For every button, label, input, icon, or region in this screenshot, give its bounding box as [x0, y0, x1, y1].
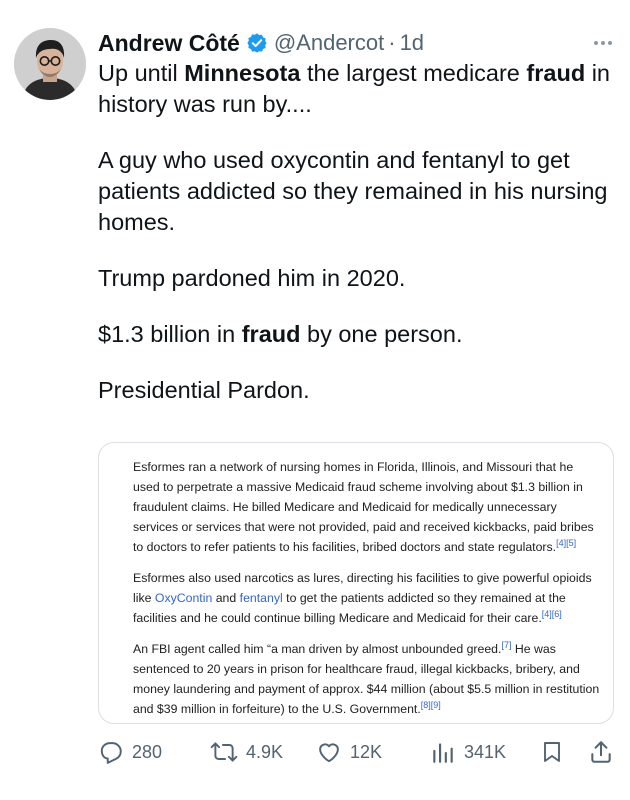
- reply-count: 280: [132, 741, 163, 762]
- verified-badge-icon: [246, 32, 268, 54]
- citation-link: [8][9]: [420, 699, 441, 710]
- excerpt-paragraph-1: Esformes ran a network of nursing homes …: [133, 460, 594, 554]
- wiki-excerpt: Esformes ran a network of nursing homes …: [133, 457, 603, 730]
- repost-icon: [210, 742, 238, 762]
- tweet-header: Andrew Côté @Andercot · 1d: [98, 26, 612, 60]
- bookmark-button[interactable]: [540, 739, 588, 765]
- like-count: 12K: [350, 741, 383, 762]
- tweet-paragraph-1: Up until Minnesota the largest medicare …: [98, 60, 610, 117]
- like-icon: [319, 743, 339, 763]
- attached-screenshot-image[interactable]: Esformes ran a network of nursing homes …: [98, 442, 614, 724]
- citation-link: [7]: [501, 639, 512, 650]
- share-icon: [591, 741, 611, 763]
- post-time[interactable]: 1d: [400, 30, 424, 56]
- repost-count: 4.9K: [246, 741, 284, 762]
- tweet-paragraph-5: Presidential Pardon.: [98, 377, 310, 403]
- like-button[interactable]: 12K: [316, 739, 430, 765]
- person-portrait-avatar-icon: [14, 28, 86, 100]
- tweet-paragraph-3: Trump pardoned him in 2020.: [98, 265, 406, 291]
- tweet-paragraph-4: $1.3 billion in fraud by one person.: [98, 321, 463, 347]
- separator-dot: ·: [388, 30, 396, 55]
- avatar[interactable]: [14, 28, 86, 100]
- repost-button[interactable]: 4.9K: [210, 739, 316, 765]
- citation-link: [4][6]: [541, 608, 562, 619]
- reply-icon: [100, 742, 122, 764]
- tweet-paragraph-2: A guy who used oxycontin and fentanyl to…: [98, 147, 608, 235]
- tweet-text: Up until Minnesota the largest medicare …: [98, 58, 618, 431]
- action-bar: 280 4.9K 12K 341K: [98, 732, 618, 772]
- excerpt-paragraph-3: An FBI agent called him “a man driven by…: [133, 639, 600, 716]
- share-button[interactable]: [588, 739, 618, 765]
- view-count: 341K: [464, 741, 507, 762]
- views-icon: [433, 743, 453, 763]
- citation-link: [4][5]: [556, 537, 577, 548]
- author-name[interactable]: Andrew Côté: [98, 30, 240, 57]
- excerpt-paragraph-2: Esformes also used narcotics as lures, d…: [133, 571, 592, 625]
- more-options-icon[interactable]: [594, 33, 612, 53]
- views-button[interactable]: 341K: [430, 739, 540, 765]
- reply-button[interactable]: 280: [98, 739, 210, 765]
- bookmark-icon: [544, 742, 560, 762]
- oxycontin-link: OxyContin: [154, 591, 213, 605]
- author-handle[interactable]: @Andercot: [274, 30, 384, 56]
- fentanyl-link: fentanyl: [239, 591, 283, 605]
